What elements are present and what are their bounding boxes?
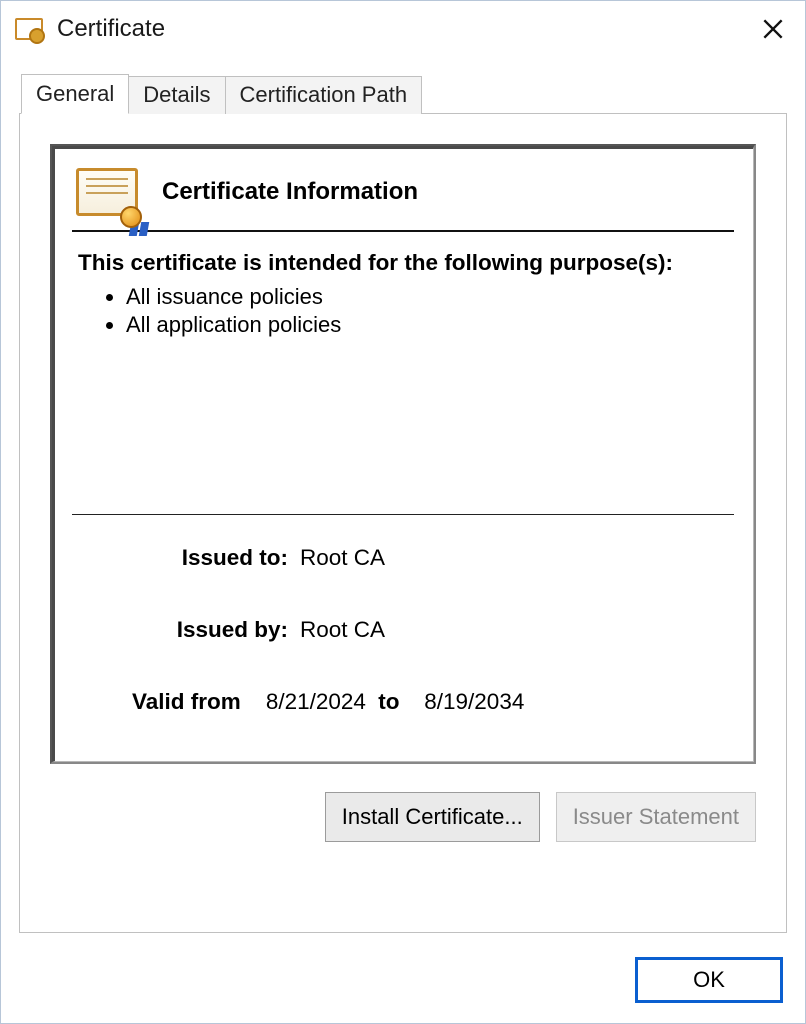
tab-certification-path[interactable]: Certification Path <box>225 76 423 114</box>
cert-header: Certificate Information <box>72 168 734 216</box>
action-button-row: Install Certificate... Issuer Statement <box>50 792 756 842</box>
valid-to-label: to <box>372 689 405 714</box>
certificate-large-icon <box>76 168 138 216</box>
certificate-dialog: Certificate General Details Certificatio… <box>0 0 806 1024</box>
issued-to-label: Issued to: <box>130 545 300 571</box>
issued-to-row: Issued to: Root CA <box>130 545 734 571</box>
issued-to-value: Root CA <box>300 545 385 571</box>
ok-button[interactable]: OK <box>635 957 783 1003</box>
validity-row: Valid from 8/21/2024 to 8/19/2034 <box>132 689 734 715</box>
certificate-icon <box>15 18 43 40</box>
divider <box>72 230 734 232</box>
issuer-statement-button: Issuer Statement <box>556 792 756 842</box>
titlebar: Certificate <box>1 1 805 57</box>
tab-details[interactable]: Details <box>128 76 225 114</box>
purpose-intro: This certificate is intended for the fol… <box>78 250 734 276</box>
purpose-item: All issuance policies <box>126 284 734 312</box>
valid-from-label: Valid from <box>132 689 241 714</box>
dialog-body: General Details Certification Path Certi… <box>1 57 805 951</box>
close-icon <box>760 16 786 42</box>
valid-to-value: 8/19/2034 <box>424 689 524 714</box>
tabstrip: General Details Certification Path <box>21 73 787 113</box>
tab-general[interactable]: General <box>21 74 129 114</box>
issued-by-row: Issued by: Root CA <box>130 617 734 643</box>
purpose-list: All issuance policies All application po… <box>126 284 734 340</box>
issued-by-label: Issued by: <box>130 617 300 643</box>
cert-info-title: Certificate Information <box>162 178 418 206</box>
install-certificate-button[interactable]: Install Certificate... <box>325 792 540 842</box>
valid-from-value: 8/21/2024 <box>266 689 366 714</box>
purpose-item: All application policies <box>126 312 734 340</box>
issued-by-value: Root CA <box>300 617 385 643</box>
certificate-info-panel: Certificate Information This certificate… <box>50 144 756 764</box>
divider <box>72 514 734 515</box>
close-button[interactable] <box>747 9 799 49</box>
tab-panel-general: Certificate Information This certificate… <box>19 113 787 933</box>
window-title: Certificate <box>57 15 789 43</box>
dialog-footer: OK <box>635 957 783 1003</box>
